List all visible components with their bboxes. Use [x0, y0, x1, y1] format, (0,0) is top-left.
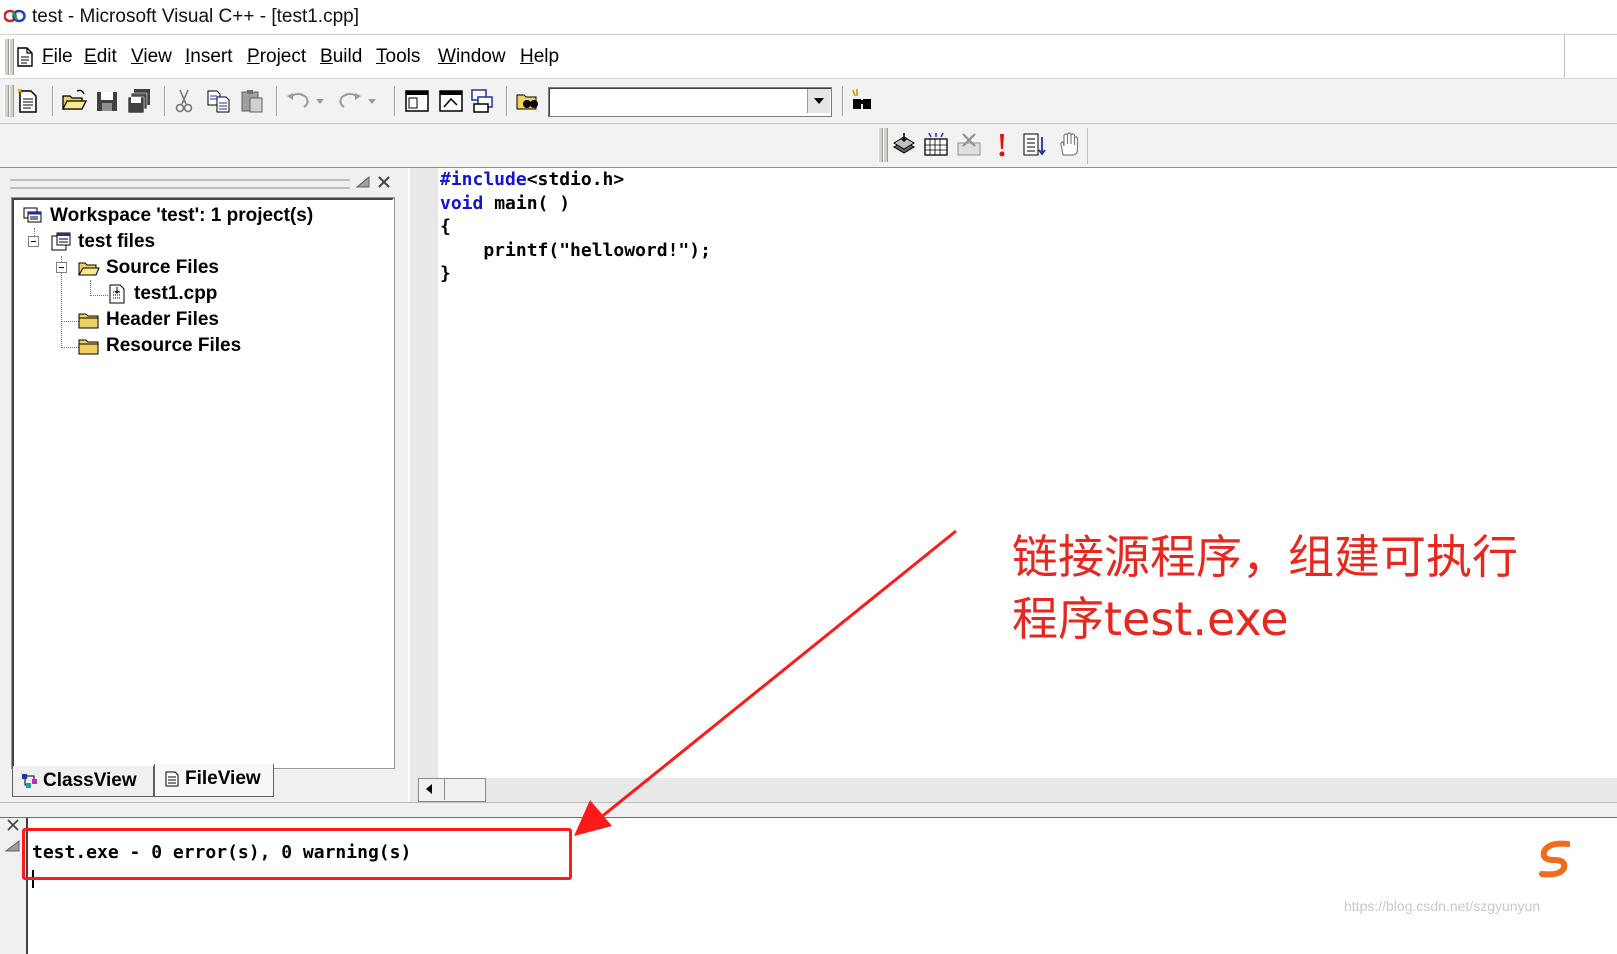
tree-line	[90, 280, 91, 296]
open-folder-icon[interactable]	[60, 87, 88, 115]
folder-icon	[78, 313, 99, 329]
annotation-text: 链接源程序，组建可执行 程序test.exe	[1012, 526, 1572, 650]
workspace-caption-grip[interactable]	[10, 179, 350, 189]
menu-project[interactable]: Project	[247, 46, 306, 68]
find-in-files-icon[interactable]	[514, 87, 542, 115]
toolbar-separator	[394, 86, 396, 116]
output-splitter[interactable]	[0, 802, 1617, 819]
workspace-icon[interactable]	[403, 87, 431, 115]
workspace-tree[interactable]: Workspace 'test': 1 project(s) test file…	[11, 197, 395, 769]
menu-view[interactable]: View	[131, 46, 172, 68]
toolbar-separator	[842, 86, 844, 116]
tab-fileview[interactable]: FileView	[154, 764, 274, 797]
watermark: https://blog.csdn.net/szgyunyun	[1344, 898, 1541, 914]
breakpoint-icon[interactable]	[1054, 131, 1082, 159]
menu-bar: File Edit View Insert Project Build Tool…	[0, 35, 1617, 79]
undo-icon[interactable]	[284, 87, 330, 115]
build-toolbar-edge	[1087, 128, 1088, 164]
save-icon[interactable]	[93, 87, 121, 115]
go-icon[interactable]	[1020, 131, 1048, 159]
build-toolbar-grip-2	[883, 128, 888, 162]
tree-collapse-toggle[interactable]	[28, 236, 39, 247]
window-list-icon[interactable]	[469, 87, 497, 115]
workspace-icon	[23, 207, 42, 223]
find-icon[interactable]	[848, 87, 876, 115]
new-text-file-icon[interactable]	[14, 87, 42, 115]
compile-icon[interactable]	[890, 131, 918, 159]
toolbar-separator	[276, 86, 278, 116]
code-line-4: printf("helloword!");	[440, 239, 711, 261]
open-folder-icon	[78, 262, 100, 276]
execute-icon[interactable]	[988, 131, 1016, 159]
tab-fileview-label: FileView	[185, 768, 261, 789]
tree-item-source-files-label: Source Files	[106, 257, 219, 278]
fileview-icon	[165, 771, 179, 787]
highlight-box	[22, 828, 572, 880]
dock-toggle-icon[interactable]	[354, 174, 372, 190]
menubar-edge	[1564, 35, 1565, 78]
tree-item-project-label: test files	[78, 231, 156, 252]
scroll-left-arrow-icon[interactable]	[418, 778, 445, 800]
menu-edit[interactable]: Edit	[84, 46, 117, 68]
cpp-file-icon	[109, 284, 125, 304]
menu-insert[interactable]: Insert	[185, 46, 233, 68]
output-icon[interactable]	[437, 87, 465, 115]
code-line-5: }	[440, 263, 451, 284]
visual-cpp-logo-icon	[4, 9, 26, 23]
tree-item-header-files-label: Header Files	[106, 309, 219, 330]
standard-toolbar	[0, 79, 1617, 124]
menu-help[interactable]: Help	[520, 46, 559, 68]
copy-icon[interactable]	[205, 87, 233, 115]
classview-icon	[22, 774, 37, 788]
tree-collapse-toggle[interactable]	[56, 262, 67, 273]
document-icon[interactable]	[16, 47, 34, 67]
find-combo-box[interactable]	[548, 87, 832, 117]
menu-tools[interactable]: Tools	[376, 46, 420, 68]
code-line-2: void main( )	[440, 192, 571, 214]
redo-icon[interactable]	[336, 87, 382, 115]
tree-line	[61, 321, 79, 322]
code-line-3: {	[440, 216, 451, 237]
project-icon	[51, 232, 71, 251]
menu-build[interactable]: Build	[320, 46, 362, 68]
save-all-icon[interactable]	[125, 87, 153, 115]
menubar-grip-2	[9, 39, 14, 75]
find-combo-dropdown-button[interactable]	[807, 89, 830, 113]
cut-icon[interactable]	[170, 87, 198, 115]
window-title: test - Microsoft Visual C++ - [test1.cpp…	[32, 6, 359, 27]
annotation-line-2: 程序test.exe	[1012, 592, 1289, 646]
toolbar-separator	[164, 86, 166, 116]
tree-item-workspace-label: Workspace 'test': 1 project(s)	[50, 205, 314, 226]
toolbar-separator	[506, 86, 508, 116]
paste-icon[interactable]	[238, 87, 266, 115]
output-close-icon[interactable]	[6, 818, 20, 832]
code-text[interactable]: #include<stdio.h> void main( ){ printf("h…	[440, 168, 711, 286]
build-icon[interactable]	[922, 131, 950, 159]
folder-icon	[78, 339, 99, 355]
sogou-ime-icon[interactable]	[1538, 836, 1570, 882]
tree-item-resource-files-label: Resource Files	[106, 335, 242, 356]
stop-build-icon[interactable]	[955, 131, 983, 159]
build-toolbar	[0, 124, 1617, 168]
tab-classview[interactable]: ClassView	[12, 766, 154, 797]
workspace-close-icon[interactable]	[376, 174, 392, 190]
tab-classview-label: ClassView	[43, 770, 137, 791]
title-bar: test - Microsoft Visual C++ - [test1.cpp…	[0, 0, 1617, 35]
menu-window[interactable]: Window	[438, 46, 506, 68]
tree-item-test1-cpp-label: test1.cpp	[134, 283, 218, 304]
menu-file[interactable]: File	[42, 46, 73, 68]
annotation-line-1: 链接源程序，组建可执行	[1012, 530, 1518, 584]
tree-line	[61, 347, 79, 348]
toolbar-separator	[52, 86, 54, 116]
code-line-1: #include<stdio.h>	[440, 169, 625, 190]
output-dock-icon[interactable]	[4, 838, 22, 854]
